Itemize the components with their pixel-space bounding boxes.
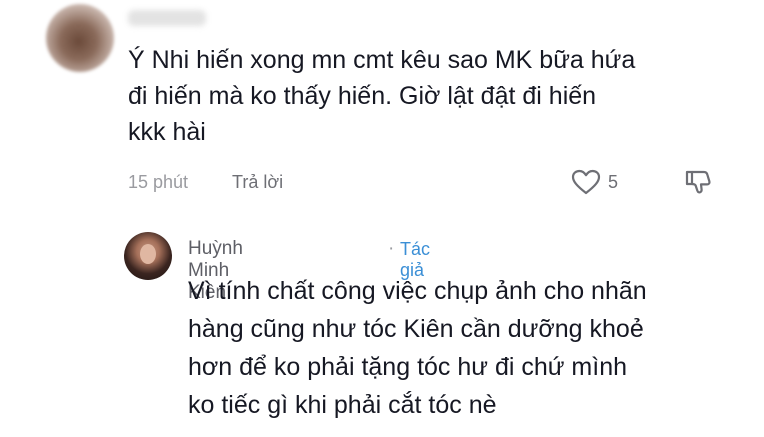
like-button[interactable]: 5 <box>571 168 627 196</box>
comment-text-line: Ý Nhi hiến xong mn cmt kêu sao MK bữa hứ… <box>128 46 636 74</box>
comment-text: Ý Nhi hiến xong mn cmt kêu sao MK bữa hứ… <box>128 42 738 150</box>
comment-timestamp: 15 phút <box>128 172 189 192</box>
commenter-avatar[interactable] <box>46 4 114 72</box>
reply-text-line: hàng cũng như tóc Kiên cần dưỡng khoẻ <box>188 315 644 343</box>
reply-text-line: hơn để ko phải tặng tóc hư đi chứ mình <box>188 353 628 381</box>
like-count: 5 <box>608 172 619 192</box>
reply-button[interactable]: Trả lời <box>232 172 283 193</box>
comment-text-line: đi hiến mà ko thấy hiến. Giờ lật đật đi … <box>128 82 597 110</box>
avatar-face <box>140 244 156 264</box>
heart-outline-icon <box>571 169 601 195</box>
comment-meta-row: 15 phút Trả lời 5 <box>128 168 728 196</box>
thumbs-down-icon <box>685 170 711 194</box>
reply-text-line: ko tiếc gì khi phải cắt tóc nè <box>188 391 497 419</box>
reply-text: Vì tính chất công việc chụp ảnh cho nhãn… <box>188 272 748 424</box>
comment-text-line: kkk hài <box>128 118 206 146</box>
dislike-button[interactable] <box>684 168 714 198</box>
reply-text-line: Vì tính chất công việc chụp ảnh cho nhãn <box>188 277 647 305</box>
commenter-name-blurred <box>128 10 206 26</box>
reply-author-avatar[interactable] <box>124 232 172 280</box>
separator-dot: · <box>388 238 395 259</box>
